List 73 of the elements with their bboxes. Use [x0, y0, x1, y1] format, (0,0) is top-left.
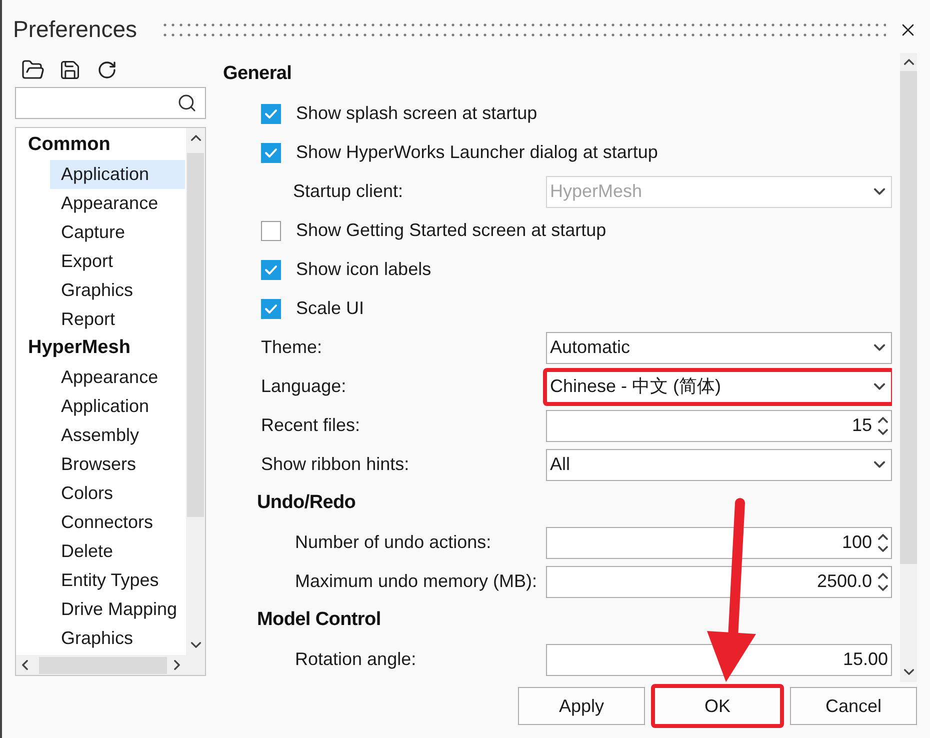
refresh-icon[interactable] — [97, 60, 117, 80]
spin-box[interactable]: 2500.0 — [546, 566, 892, 598]
section-heading: General — [223, 62, 292, 86]
dropdown[interactable]: Automatic — [546, 332, 892, 364]
scroll-down-icon[interactable] — [904, 669, 914, 675]
tree-item[interactable]: Appearance — [50, 189, 185, 218]
scrollbar-thumb[interactable] — [39, 656, 167, 674]
field-label: Recent files: — [261, 414, 360, 437]
dialog-button[interactable]: Cancel — [790, 687, 917, 725]
checkbox[interactable] — [261, 104, 281, 124]
field-label: Maximum undo memory (MB): — [295, 570, 538, 593]
checkmark-icon — [265, 264, 277, 274]
checkbox-label: Scale UI — [296, 297, 364, 320]
open-folder-icon[interactable] — [21, 58, 45, 82]
field-label: Language: — [261, 375, 346, 398]
checkbox-label: Show Getting Started screen at startup — [296, 219, 606, 242]
section-heading: Model Control — [257, 608, 381, 632]
number-field[interactable]: 15.00 — [546, 644, 892, 676]
checkmark-icon — [265, 304, 277, 314]
window-title: Preferences — [13, 15, 138, 44]
field-label: Rotation angle: — [295, 648, 416, 671]
checkbox-label: Show icon labels — [296, 258, 432, 281]
chevron-down-icon[interactable] — [874, 383, 885, 390]
tree-item[interactable]: Assembly — [50, 421, 185, 450]
tree-item[interactable]: Browsers — [50, 450, 185, 479]
scroll-up-icon[interactable] — [190, 135, 200, 141]
scroll-left-icon[interactable] — [22, 660, 28, 670]
checkmark-icon — [265, 148, 277, 158]
chevron-down-icon[interactable] — [874, 344, 885, 351]
checkbox[interactable] — [261, 142, 281, 162]
tree-item[interactable]: Entity Types — [50, 566, 185, 595]
tree-group[interactable]: HyperMesh — [28, 334, 130, 363]
save-icon[interactable] — [59, 59, 81, 81]
tree-item[interactable]: Appearance — [50, 363, 185, 392]
scroll-up-icon[interactable] — [904, 59, 914, 65]
field-label: Number of undo actions: — [295, 531, 492, 554]
scrollbar-thumb[interactable] — [900, 71, 917, 564]
scrollbar[interactable] — [186, 128, 205, 655]
tree-group[interactable]: Common — [28, 131, 110, 160]
checkbox[interactable] — [261, 220, 281, 240]
tree-item[interactable]: Graphics — [50, 276, 185, 305]
tree-item[interactable]: Delete — [50, 537, 185, 566]
search-icon[interactable] — [177, 93, 197, 113]
search-field[interactable] — [15, 87, 206, 119]
dropdown[interactable]: All — [546, 448, 892, 480]
field-label: Startup client: — [293, 180, 404, 203]
scrollbar-thumb[interactable] — [187, 153, 204, 517]
scroll-down-icon[interactable] — [190, 642, 200, 648]
tree-item[interactable]: Capture — [50, 218, 185, 247]
checkmark-icon — [265, 108, 277, 118]
tree-item[interactable]: Drive Mapping — [50, 595, 185, 624]
tree-item[interactable]: Colors — [50, 479, 185, 508]
scroll-right-icon[interactable] — [174, 660, 180, 670]
checkbox[interactable] — [261, 298, 281, 318]
chevron-down-icon[interactable] — [874, 461, 885, 468]
checkbox[interactable] — [261, 260, 281, 280]
spin-box[interactable]: 100 — [546, 526, 892, 558]
tree-item[interactable]: Export — [50, 247, 185, 276]
tree-item[interactable]: Report — [50, 305, 185, 334]
field-label: Show ribbon hints: — [261, 453, 410, 476]
checkbox-label: Show HyperWorks Launcher dialog at startup — [296, 141, 658, 164]
tree-item[interactable]: Graphics — [50, 624, 185, 653]
dialog-button[interactable]: OK — [654, 687, 781, 725]
scrollbar[interactable] — [16, 655, 186, 675]
scrollbar[interactable] — [900, 53, 917, 682]
section-heading: Undo/Redo — [257, 491, 356, 516]
tree-item[interactable]: Application — [50, 160, 185, 189]
spin-box[interactable]: 15 — [546, 410, 892, 442]
tree-item[interactable]: Connectors — [50, 508, 185, 537]
dialog-button[interactable]: Apply — [518, 687, 645, 725]
field-label: Theme: — [261, 336, 322, 359]
checkbox-label: Show splash screen at startup — [296, 102, 538, 125]
tree-item[interactable]: Application — [50, 392, 185, 421]
